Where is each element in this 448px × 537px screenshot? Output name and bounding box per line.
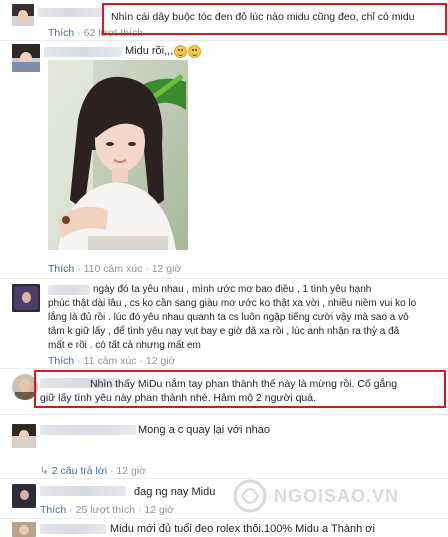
comment-meta: Thích · 11 cảm xúc · 12 giờ <box>48 355 176 367</box>
reaction-count[interactable]: 25 lượt thích <box>76 504 135 516</box>
comment-text-line: tâm k giữ lấy , để tình yêu nay vụt bay … <box>48 326 400 337</box>
like-link[interactable]: Thích <box>48 263 74 275</box>
comment-text-line: lắng là đủ rồi . lúc đó yêu nhau quanh t… <box>48 312 409 323</box>
comment-meta: Thích · 110 cảm xúc · 12 giờ <box>48 263 182 275</box>
avatar[interactable] <box>12 4 34 26</box>
like-link[interactable]: Thích <box>48 27 74 39</box>
commenter-name[interactable] <box>40 425 136 435</box>
comment-text-line: ngày đó ta yêu nhau , mình ước mơ bao đi… <box>93 284 372 295</box>
highlight-box <box>34 370 446 408</box>
reaction-count[interactable]: 11 cảm xúc <box>84 355 137 367</box>
replies-link[interactable]: 2 câu trả lời <box>52 465 107 477</box>
divider <box>0 40 448 41</box>
tongue-emoji-icon <box>188 45 201 58</box>
timestamp[interactable]: 12 giờ <box>146 355 176 367</box>
comment-text-line: phúc thật dài lâu , cs ko cần sang giàu … <box>48 298 417 309</box>
commenter-name[interactable] <box>48 285 90 295</box>
divider <box>0 518 448 519</box>
rose-logo-icon <box>233 479 267 513</box>
comment-text: Midu rồi,,, <box>125 45 174 57</box>
commenter-name[interactable] <box>38 8 102 17</box>
commenter-name[interactable] <box>44 47 122 57</box>
comment-replies[interactable]: ↳ 2 câu trả lời · 12 giờ <box>40 465 146 477</box>
timestamp[interactable]: 12 giờ <box>144 504 174 516</box>
timestamp[interactable]: 12 giờ <box>116 465 146 477</box>
divider <box>0 278 448 279</box>
avatar[interactable] <box>12 424 36 448</box>
comment-text-line: mất e rồi . có tất cả nhưng mất em <box>48 340 201 351</box>
reply-arrow-icon: ↳ <box>40 465 49 477</box>
like-link[interactable]: Thích <box>40 504 66 516</box>
divider <box>0 414 448 415</box>
like-link[interactable]: Thích <box>48 355 74 367</box>
comment-text: Midu mới đủ tuổi đeo rolex thôi.100% Mid… <box>110 523 375 535</box>
grin-emoji-icon <box>174 45 187 58</box>
timestamp[interactable]: 12 giờ <box>152 263 182 275</box>
comment-photo[interactable] <box>48 60 188 250</box>
commenter-name[interactable] <box>40 486 126 496</box>
highlight-box <box>102 3 447 35</box>
girl-portrait-image <box>48 60 188 250</box>
watermark-text: NGOISAO.VN <box>274 486 400 506</box>
avatar[interactable] <box>12 522 36 537</box>
reaction-count[interactable]: 110 cảm xúc <box>84 263 143 275</box>
divider <box>0 368 448 369</box>
comment-text: đag ng nay Midu <box>134 486 216 498</box>
commenter-name[interactable] <box>40 524 106 534</box>
watermark-logo: NGOISAO.VN <box>228 476 444 516</box>
avatar[interactable] <box>12 44 40 72</box>
avatar[interactable] <box>12 284 40 312</box>
comment-text: Mong a c quay lại với nhao <box>138 424 270 436</box>
comment-meta: Thích · 25 lượt thích · 12 giờ <box>40 504 175 516</box>
avatar[interactable] <box>12 484 36 508</box>
